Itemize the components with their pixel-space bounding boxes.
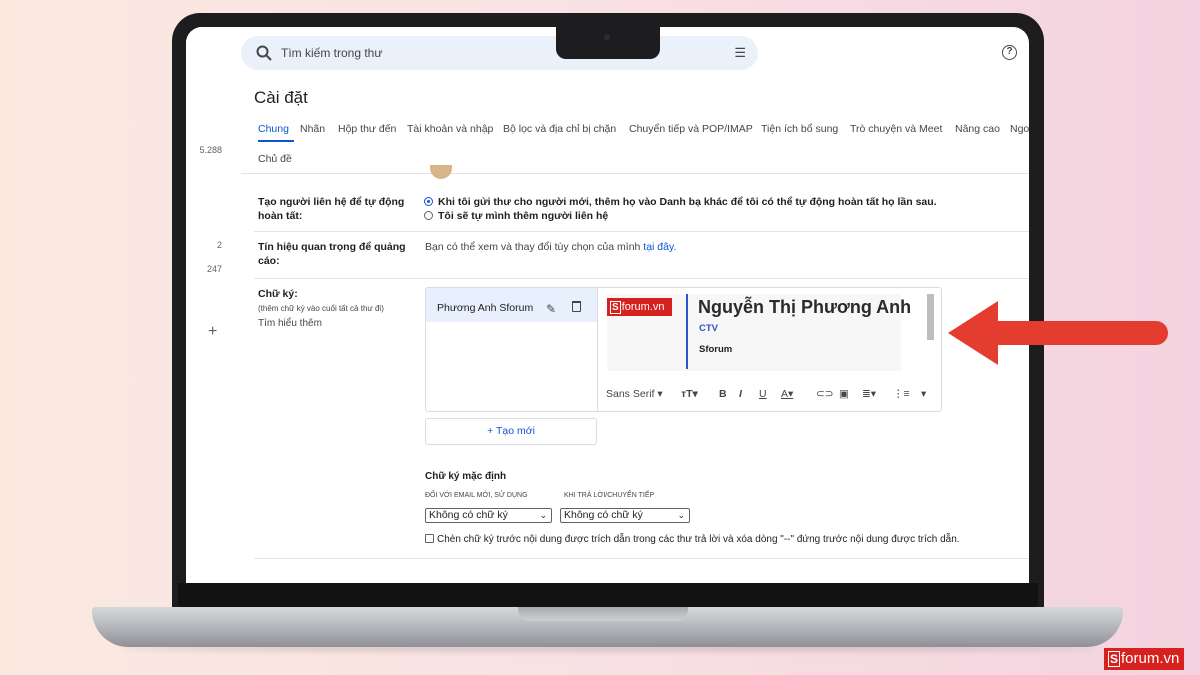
list-icon[interactable]: ⋮≡ [893, 388, 910, 400]
learn-more-link[interactable]: Tìm hiểu thêm [258, 318, 322, 329]
gmail-screen: 5.288 2 247 + Tìm kiếm trong thư ☰ ? Cài… [186, 27, 1029, 583]
signature-divider-line [686, 294, 688, 369]
chevron-down-icon: ⌄ [539, 510, 547, 520]
tab-addons[interactable]: Tiện ích bổ sung [761, 123, 838, 135]
tab-general[interactable]: Chung [258, 123, 289, 135]
laptop-bezel [178, 583, 1038, 607]
tab-inbox[interactable]: Hộp thư đến [338, 123, 396, 135]
tab-labels[interactable]: Nhãn [300, 123, 325, 135]
new-email-select-value: Không có chữ ký [429, 509, 508, 521]
chat-count: 2 [216, 240, 222, 250]
search-bar[interactable]: Tìm kiếm trong thư ☰ [241, 36, 758, 70]
search-options-icon[interactable]: ☰ [734, 45, 746, 61]
text-color-icon[interactable]: A▾ [781, 388, 793, 400]
radio-selected-icon[interactable] [424, 197, 433, 206]
camera-icon [604, 34, 610, 40]
signature-full-name: Nguyễn Thị Phương Anh [698, 297, 912, 317]
divider [254, 231, 1029, 232]
tab-advanced[interactable]: Nâng cao [955, 123, 1000, 135]
autocomplete-option-auto[interactable]: Khi tôi gửi thư cho người mới, thêm họ v… [424, 196, 937, 208]
logo-letter: S [610, 301, 621, 314]
font-size-icon[interactable]: тT▾ [681, 388, 698, 400]
divider [254, 278, 1029, 279]
signature-editor[interactable]: Sforum.vn Nguyễn Thị Phương Anh CTV Sfor… [607, 294, 911, 371]
sforum-logo: Sforum.vn [607, 298, 672, 316]
laptop-base-notch [518, 607, 688, 621]
reply-signature-select[interactable]: Không có chữ ký ⌄ [560, 508, 690, 523]
search-icon[interactable] [255, 44, 273, 62]
ads-label: Tín hiệu quan trọng để quảng cáo: [258, 241, 406, 267]
autocomplete-option2-text: Tôi sẽ tự mình thêm người liên hệ [438, 210, 609, 222]
new-email-label: ĐỐI VỚI EMAIL MỚI, SỬ DỤNG [425, 492, 528, 499]
tab-accounts[interactable]: Tài khoản và nhập [407, 123, 493, 135]
tab-offline[interactable]: Ngo [1010, 123, 1029, 135]
delete-icon[interactable] [572, 301, 581, 312]
new-label-plus-icon[interactable]: + [208, 323, 217, 341]
autocomplete-option1-text: Khi tôi gửi thư cho người mới, thêm họ v… [438, 196, 937, 208]
insert-before-text: Chèn chữ ký trước nội dung được trích dẫ… [437, 534, 960, 545]
inbox-count: 5.288 [199, 145, 222, 155]
signature-item-name: Phương Anh Sforum [437, 302, 534, 314]
reply-select-value: Không có chữ ký [564, 509, 643, 521]
editor-scrollbar[interactable] [927, 294, 934, 340]
avatar [430, 165, 452, 179]
default-signature-title: Chữ ký mặc định [425, 471, 507, 482]
signature-list-item[interactable]: Phương Anh Sforum ✎ [426, 288, 597, 322]
ads-link[interactable]: tại đây. [643, 241, 676, 253]
create-new-signature-button[interactable]: + Tạo mới [425, 418, 597, 445]
watermark-text: forum.vn [1121, 650, 1180, 667]
search-placeholder: Tìm kiếm trong thư [281, 46, 383, 60]
font-name: Sans Serif [606, 388, 655, 400]
page-title: Cài đặt [254, 88, 308, 107]
bold-icon[interactable]: B [719, 388, 727, 400]
chevron-down-icon: ⌄ [677, 510, 685, 520]
underline-icon[interactable]: U [759, 388, 767, 400]
create-new-label: Tạo mới [495, 425, 535, 437]
tab-themes[interactable]: Chủ đề [258, 153, 292, 165]
signature-role: CTV [699, 323, 718, 334]
insert-before-option[interactable]: Chèn chữ ký trước nội dung được trích dẫ… [425, 534, 960, 545]
red-arrow-body [985, 321, 1168, 345]
reply-label: KHI TRẢ LỜI/CHUYỂN TIẾP [564, 492, 655, 499]
help-icon[interactable]: ? [1002, 45, 1017, 60]
signature-hint: (thêm chữ ký vào cuối tất cả thư đi) [258, 304, 384, 313]
divider [254, 558, 1029, 559]
signature-list: Phương Anh Sforum ✎ [426, 288, 598, 411]
tab-forwarding[interactable]: Chuyển tiếp và POP/IMAP [629, 123, 753, 135]
checkbox-icon[interactable] [425, 534, 434, 543]
autocomplete-option-manual[interactable]: Tôi sẽ tự mình thêm người liên hệ [424, 210, 608, 222]
tab-filters[interactable]: Bộ lọc và địa chỉ bị chặn [503, 123, 616, 135]
divider [241, 173, 1029, 174]
logo-text: forum.vn [621, 301, 665, 313]
sforum-watermark: Sforum.vn [1104, 648, 1185, 670]
radio-icon[interactable] [424, 211, 433, 220]
tab-chat-meet[interactable]: Trò chuyện và Meet [850, 123, 942, 135]
signature-panel: Phương Anh Sforum ✎ Sforum.vn Nguyễn Thị… [425, 287, 942, 412]
meet-count: 247 [206, 264, 222, 274]
left-rail: 5.288 2 247 + [186, 27, 238, 583]
signature-org: Sforum [699, 344, 733, 355]
align-icon[interactable]: ≣▾ [862, 388, 876, 400]
active-tab-indicator [258, 140, 294, 142]
link-icon[interactable]: ⊂⊃ [816, 388, 834, 400]
edit-icon[interactable]: ✎ [546, 302, 556, 316]
font-select[interactable]: Sans Serif ▾ [606, 388, 663, 400]
more-formatting-icon[interactable]: ▾ [921, 388, 926, 400]
image-icon[interactable]: ▣ [839, 388, 849, 400]
signature-label: Chữ ký: [258, 288, 298, 300]
italic-icon[interactable]: I [739, 388, 742, 400]
autocomplete-label: Tạo người liên hệ để tự động hoàn tất: [258, 196, 405, 222]
camera-notch [556, 27, 660, 59]
new-email-signature-select[interactable]: Không có chữ ký ⌄ [425, 508, 552, 523]
watermark-letter: S [1108, 651, 1121, 667]
ads-description: Bạn có thể xem và thay đổi tùy chọn của … [425, 241, 644, 253]
ads-text: Bạn có thể xem và thay đổi tùy chọn của … [425, 241, 676, 253]
